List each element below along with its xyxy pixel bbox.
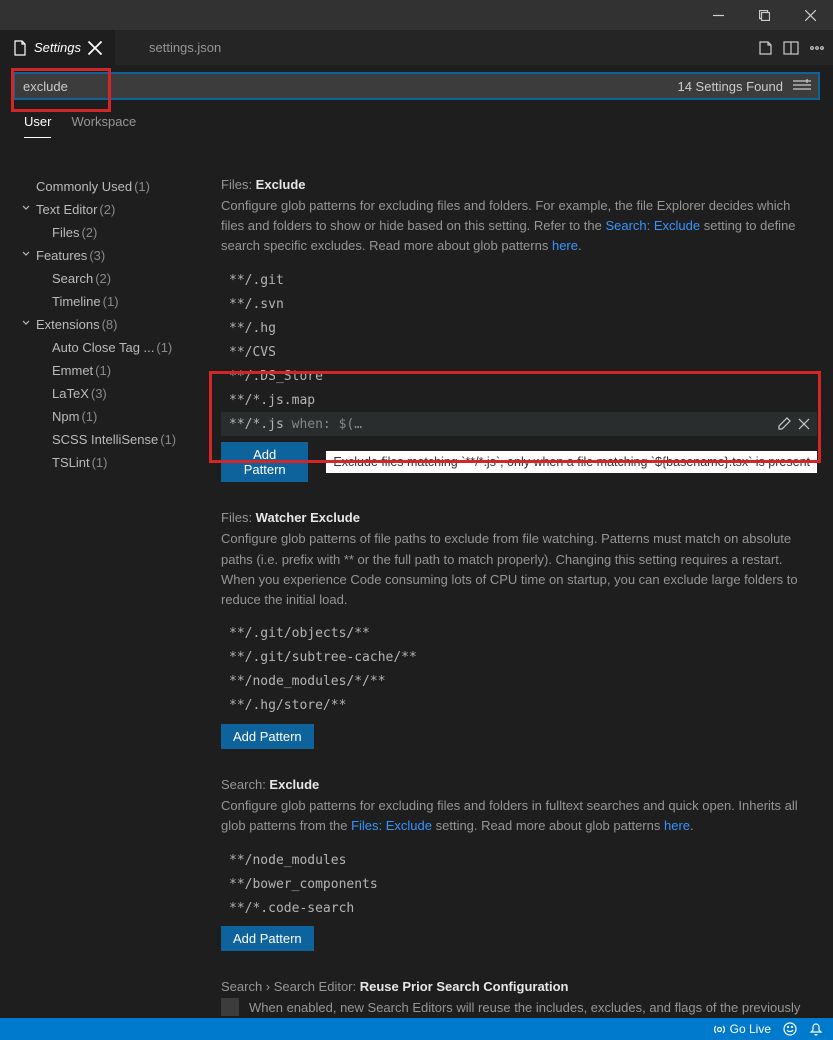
sidebar-item[interactable]: Text Editor (2) <box>20 198 205 221</box>
list-item[interactable]: **/.svn <box>221 292 817 316</box>
setting-description: Configure glob patterns for excluding fi… <box>221 196 817 256</box>
scope-tabs: User Workspace <box>14 99 819 138</box>
list-item[interactable]: **/.git/subtree-cache/** <box>221 646 817 670</box>
setting-name: Exclude <box>269 777 319 792</box>
sidebar-item[interactable]: Extensions (8) <box>20 313 205 336</box>
list-item[interactable]: **/.git/objects/** <box>221 622 817 646</box>
add-pattern-button[interactable]: Add Pattern <box>221 442 308 482</box>
setting-files-exclude: Files: Exclude Configure glob patterns f… <box>221 177 817 482</box>
tab-settings-json[interactable]: settings.json <box>115 30 233 65</box>
list-item[interactable]: **/.DS_Store <box>221 364 817 388</box>
list-item[interactable]: **/node_modules/*/** <box>221 670 817 694</box>
settings-search: 14 Settings Found <box>14 73 819 99</box>
notifications-icon[interactable] <box>809 1022 823 1036</box>
scope-tab-workspace[interactable]: Workspace <box>71 108 136 138</box>
tab-close-icon[interactable] <box>87 40 103 56</box>
search-exclude-link[interactable]: Search: Exclude <box>605 218 700 233</box>
tab-label: settings.json <box>149 40 221 55</box>
list-item[interactable]: **/.git <box>221 268 817 292</box>
list-item[interactable]: **/.hg <box>221 316 817 340</box>
sidebar-item[interactable]: Features (3) <box>20 244 205 267</box>
settings-file-icon <box>12 40 28 56</box>
sidebar-item[interactable]: Search (2) <box>20 267 205 290</box>
settings-content: Files: Exclude Configure glob patterns f… <box>205 165 833 1018</box>
setting-reuse-prior: Search › Search Editor: Reuse Prior Sear… <box>221 979 817 1018</box>
add-pattern-button[interactable]: Add Pattern <box>221 724 314 749</box>
setting-name: Reuse Prior Search Configuration <box>360 979 569 994</box>
close-icon[interactable] <box>797 417 811 431</box>
setting-description: Configure glob patterns of file paths to… <box>221 529 817 610</box>
feedback-icon[interactable] <box>783 1022 797 1036</box>
settings-toc: Commonly Used (1)Text Editor (2)Files (2… <box>0 165 205 1018</box>
open-file-icon[interactable] <box>757 40 773 56</box>
tab-label: Settings <box>34 40 81 55</box>
tab-bar: Settings settings.json <box>0 30 833 65</box>
tab-settings[interactable]: Settings <box>0 30 115 65</box>
sidebar-item[interactable]: Emmet (1) <box>20 359 205 382</box>
sidebar-item[interactable]: Commonly Used (1) <box>20 175 205 198</box>
list-item-editing[interactable]: **/*.js when: $(… <box>221 412 817 436</box>
sidebar-item[interactable]: TSLint (1) <box>20 451 205 474</box>
setting-name: Watcher Exclude <box>256 510 360 525</box>
setting-search-exclude: Search: Exclude Configure glob patterns … <box>221 777 817 951</box>
titlebar <box>0 0 833 30</box>
list-item[interactable]: **/node_modules <box>221 848 817 872</box>
go-live-button[interactable]: Go Live <box>713 1022 771 1036</box>
sidebar-item[interactable]: Files (2) <box>20 221 205 244</box>
sidebar-item[interactable]: SCSS IntelliSense (1) <box>20 428 205 451</box>
sidebar-item[interactable]: Npm (1) <box>20 405 205 428</box>
tooltip: Exclude files matching `**/*.js`, only w… <box>326 451 817 473</box>
glob-help-link[interactable]: here <box>664 818 690 833</box>
add-pattern-button[interactable]: Add Pattern <box>221 926 314 951</box>
maximize-button[interactable] <box>741 0 787 30</box>
sidebar-item[interactable]: Timeline (1) <box>20 290 205 313</box>
scope-tab-user[interactable]: User <box>24 108 51 138</box>
setting-description: Configure glob patterns for excluding fi… <box>221 796 817 836</box>
setting-description: When enabled, new Search Editors will re… <box>249 998 817 1018</box>
checkbox[interactable] <box>221 998 239 1016</box>
list-item[interactable]: **/*.js.map <box>221 388 817 412</box>
more-actions-icon[interactable] <box>809 40 825 56</box>
list-item[interactable]: **/.hg/store/** <box>221 694 817 718</box>
setting-name: Exclude <box>256 177 306 192</box>
editor-actions <box>757 40 825 56</box>
sidebar-item[interactable]: Auto Close Tag ... (1) <box>20 336 205 359</box>
split-editor-icon[interactable] <box>783 40 799 56</box>
files-exclude-link[interactable]: Files: Exclude <box>351 818 432 833</box>
setting-watcher-exclude: Files: Watcher Exclude Configure glob pa… <box>221 510 817 749</box>
vscode-file-icon <box>127 40 143 56</box>
search-results-count: 14 Settings Found <box>677 79 783 94</box>
list-item[interactable]: **/CVS <box>221 340 817 364</box>
filter-icon[interactable] <box>793 78 811 95</box>
edit-icon[interactable] <box>777 417 791 431</box>
sidebar-item[interactable]: LaTeX (3) <box>20 382 205 405</box>
minimize-button[interactable] <box>695 0 741 30</box>
glob-help-link[interactable]: here <box>552 238 578 253</box>
list-item[interactable]: **/*.code-search <box>221 896 817 920</box>
close-button[interactable] <box>787 0 833 30</box>
list-item[interactable]: **/bower_components <box>221 872 817 896</box>
status-bar: Go Live <box>0 1018 833 1040</box>
